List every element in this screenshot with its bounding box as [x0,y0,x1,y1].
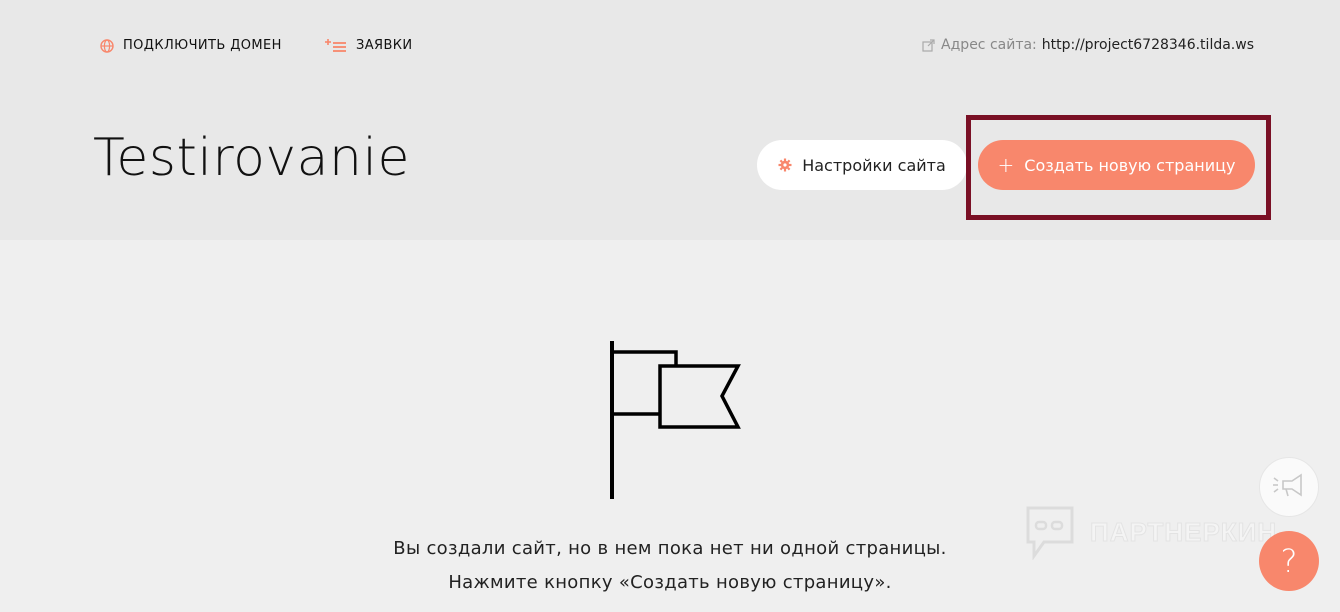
site-settings-label: Настройки сайта [802,155,946,175]
flag-icon [606,339,746,508]
list-plus-icon [325,38,347,53]
leads-link[interactable]: ЗАЯВКИ [325,38,413,53]
gear-icon [778,158,792,172]
question-icon: ? [1280,542,1298,580]
leads-label: ЗАЯВКИ [356,38,413,53]
megaphone-icon [1272,472,1306,502]
announcements-button[interactable] [1259,457,1319,517]
connect-domain-link[interactable]: ПОДКЛЮЧИТЬ ДОМЕН [100,38,282,53]
watermark: ПАРТНЕРКИН [1024,504,1277,560]
watermark-text: ПАРТНЕРКИН [1089,516,1278,547]
project-header: ПОДКЛЮЧИТЬ ДОМЕН ЗАЯВКИ Адрес сайта: htt… [0,0,1340,240]
external-link-icon [922,38,935,52]
site-address-url[interactable]: http://project6728346.tilda.ws [1042,37,1254,53]
site-settings-button[interactable]: Настройки сайта [757,140,967,190]
connect-domain-label: ПОДКЛЮЧИТЬ ДОМЕН [123,38,282,53]
project-title: Testirovanie [93,128,410,188]
watermark-logo-icon [1024,504,1076,560]
help-button[interactable]: ? [1259,531,1319,591]
globe-icon [100,38,114,53]
empty-state-hint: Нажмите кнопку «Создать новую страницу». [448,572,892,593]
site-address-label: Адрес сайта: [941,37,1037,53]
highlight-frame [966,115,1271,220]
top-nav: ПОДКЛЮЧИТЬ ДОМЕН ЗАЯВКИ Адрес сайта: htt… [0,0,1340,96]
site-address: Адрес сайта: http://project6728346.tilda… [922,37,1254,53]
